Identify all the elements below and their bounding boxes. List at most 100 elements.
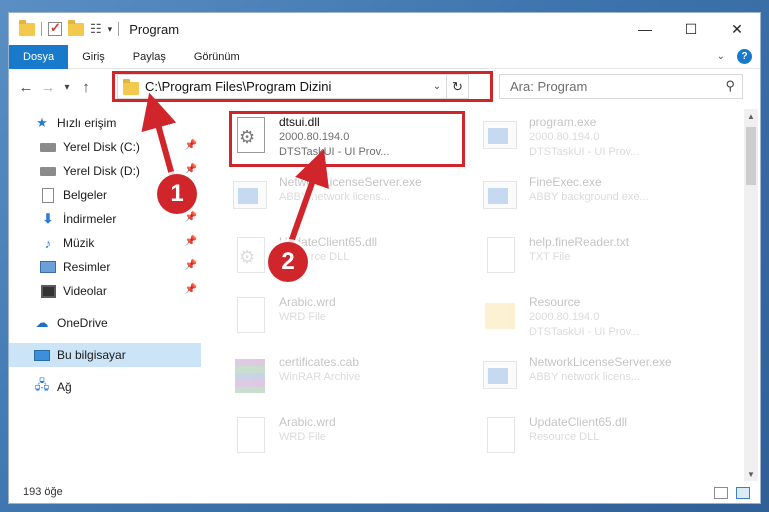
file-item[interactable]: ⚙ UpdateClient65.dll Resource DLL bbox=[231, 233, 471, 289]
sidebar-item-onedrive[interactable]: ☁ OneDrive bbox=[9, 311, 201, 335]
sidebar-item-local-disk-c[interactable]: Yerel Disk (C:) 📌 bbox=[9, 135, 201, 159]
properties-check-icon[interactable] bbox=[48, 20, 62, 36]
file-icon bbox=[231, 417, 271, 461]
address-history-chevron-icon[interactable]: ⌄ bbox=[428, 81, 446, 92]
file-icon bbox=[231, 297, 271, 341]
folder-item[interactable]: Resource 2000.80.194.0 DTSTaskUI - UI Pr… bbox=[481, 293, 721, 349]
pin-icon[interactable]: 📌 bbox=[185, 164, 197, 175]
folder-icon bbox=[481, 297, 521, 341]
ribbon-tabs: Dosya Giriş Paylaş Görünüm ⌄ ? bbox=[9, 44, 760, 69]
forward-button[interactable]: → bbox=[37, 79, 59, 96]
folder-icon bbox=[19, 19, 35, 36]
search-placeholder: Ara: Program bbox=[510, 79, 588, 94]
file-list: ⚙ dtsui.dll 2000.80.194.0 DTSTaskUI - UI… bbox=[219, 109, 739, 479]
sidebar-item-videos[interactable]: Videolar 📌 bbox=[9, 279, 201, 303]
minimize-button[interactable]: — bbox=[622, 13, 668, 45]
scroll-thumb[interactable] bbox=[746, 127, 756, 185]
dll-icon: ⚙ bbox=[231, 237, 271, 281]
pin-icon[interactable]: 📌 bbox=[185, 140, 197, 151]
tab-file[interactable]: Dosya bbox=[9, 44, 69, 69]
view-toggle bbox=[714, 487, 750, 499]
expand-ribbon-chevron-icon[interactable]: ⌄ bbox=[717, 51, 725, 62]
sidebar-item-this-pc[interactable]: Bu bilgisayar bbox=[9, 343, 201, 367]
refresh-icon[interactable]: ↻ bbox=[446, 75, 468, 98]
file-item[interactable]: NetworkLicenseServer.exe ABBY network li… bbox=[231, 173, 471, 229]
file-item[interactable]: help.fineReader.txt TXT File bbox=[481, 233, 721, 289]
disk-icon bbox=[39, 139, 57, 155]
maximize-button[interactable]: ☐ bbox=[668, 13, 714, 45]
archive-icon bbox=[231, 357, 271, 401]
file-item-dtsui-dll[interactable]: ⚙ dtsui.dll 2000.80.194.0 DTSTaskUI - UI… bbox=[231, 113, 471, 169]
computer-icon bbox=[33, 347, 51, 363]
up-button[interactable]: ↑ bbox=[75, 79, 97, 96]
recent-locations-chevron-icon[interactable]: ▾ bbox=[59, 82, 75, 93]
file-description: DTSTaskUI - UI Prov... bbox=[529, 326, 640, 338]
cloud-icon: ☁ bbox=[35, 315, 49, 330]
file-item[interactable]: FineExec.exe ABBY background exe... bbox=[481, 173, 721, 229]
file-name: certificates.cab bbox=[279, 355, 360, 369]
file-description: WRD File bbox=[279, 431, 327, 443]
sidebar-item-label: Yerel Disk (D:) bbox=[63, 164, 140, 178]
address-row: ← → ▾ ↑ C:\Program Files\Program Dizini … bbox=[9, 69, 760, 105]
step-2-badge: 2 bbox=[268, 242, 308, 282]
separator bbox=[118, 22, 120, 36]
large-icons-view-icon[interactable] bbox=[736, 487, 750, 499]
quick-access-toolbar: ☷ ▾ bbox=[19, 19, 120, 37]
text-file-icon bbox=[481, 237, 521, 281]
file-name: FineExec.exe bbox=[529, 175, 602, 189]
tab-home[interactable]: Giriş bbox=[68, 45, 119, 69]
file-item[interactable]: program.exe 2000.80.194.0 DTSTaskUI - UI… bbox=[481, 113, 721, 169]
file-description: ABBY background exe... bbox=[529, 191, 649, 203]
vertical-scrollbar[interactable]: ▲ ▼ bbox=[744, 109, 758, 481]
scroll-down-icon[interactable]: ▼ bbox=[744, 467, 758, 481]
close-button[interactable]: ✕ bbox=[714, 13, 760, 45]
sidebar-item-label: Videolar bbox=[63, 284, 107, 298]
file-name: NetworkLicenseServer.exe bbox=[529, 355, 672, 369]
search-icon[interactable]: ⚲ bbox=[725, 78, 735, 94]
sidebar-item-label: Belgeler bbox=[63, 188, 108, 202]
pin-icon[interactable]: 📌 bbox=[185, 212, 197, 223]
disk-icon bbox=[39, 163, 57, 179]
scroll-up-icon[interactable]: ▲ bbox=[744, 109, 758, 123]
file-item[interactable]: UpdateClient65.dll Resource DLL bbox=[481, 413, 721, 469]
file-name: dtsui.dll bbox=[279, 115, 320, 129]
sidebar-item-pictures[interactable]: Resimler 📌 bbox=[9, 255, 201, 279]
sidebar-item-music[interactable]: ♪ Müzik 📌 bbox=[9, 231, 201, 255]
address-path[interactable]: C:\Program Files\Program Dizini bbox=[145, 79, 428, 94]
file-description: ABBY network licens... bbox=[279, 191, 391, 203]
video-icon bbox=[39, 283, 57, 299]
new-folder-icon[interactable] bbox=[68, 19, 84, 36]
window-controls: — ☐ ✕ bbox=[622, 13, 760, 45]
exe-icon bbox=[481, 357, 521, 401]
address-bar[interactable]: C:\Program Files\Program Dizini ⌄ ↻ bbox=[117, 74, 469, 99]
picture-icon bbox=[39, 259, 57, 275]
sidebar-item-label: İndirmeler bbox=[63, 212, 117, 226]
file-item[interactable]: certificates.cab WinRAR Archive bbox=[231, 353, 471, 409]
status-bar: 193 öğe bbox=[9, 481, 760, 503]
sidebar-item-network[interactable]: 🖧 Ağ bbox=[9, 375, 201, 399]
properties-icon[interactable]: ☷ bbox=[90, 21, 102, 37]
folder-icon bbox=[123, 78, 139, 95]
pin-icon[interactable]: 📌 bbox=[185, 260, 197, 271]
tab-view[interactable]: Görünüm bbox=[180, 45, 254, 69]
pin-icon[interactable]: 📌 bbox=[185, 236, 197, 247]
sidebar-item-label: OneDrive bbox=[57, 316, 108, 330]
customize-toolbar-chevron-icon[interactable]: ▾ bbox=[108, 24, 113, 35]
details-view-icon[interactable] bbox=[714, 487, 728, 499]
pin-icon[interactable]: 📌 bbox=[185, 284, 197, 295]
window-title: Program bbox=[129, 21, 180, 37]
sidebar-item-quick-access[interactable]: ★ Hızlı erişim bbox=[9, 111, 201, 135]
back-button[interactable]: ← bbox=[15, 79, 37, 96]
sidebar-item-label: Bu bilgisayar bbox=[57, 348, 126, 362]
file-description: DTSTaskUI - UI Prov... bbox=[529, 146, 640, 158]
file-version: 2000.80.194.0 bbox=[529, 311, 600, 323]
exe-icon bbox=[231, 177, 271, 221]
search-input[interactable]: Ara: Program ⚲ bbox=[499, 74, 743, 99]
help-icon[interactable]: ? bbox=[737, 49, 752, 64]
file-item[interactable]: Arabic.wrd WRD File bbox=[231, 293, 471, 349]
network-icon: 🖧 bbox=[34, 377, 50, 392]
file-version: 2000.80.194.0 bbox=[279, 131, 350, 143]
file-item[interactable]: Arabic.wrd WRD File bbox=[231, 413, 471, 469]
file-item[interactable]: NetworkLicenseServer.exe ABBY network li… bbox=[481, 353, 721, 409]
tab-share[interactable]: Paylaş bbox=[119, 45, 180, 69]
